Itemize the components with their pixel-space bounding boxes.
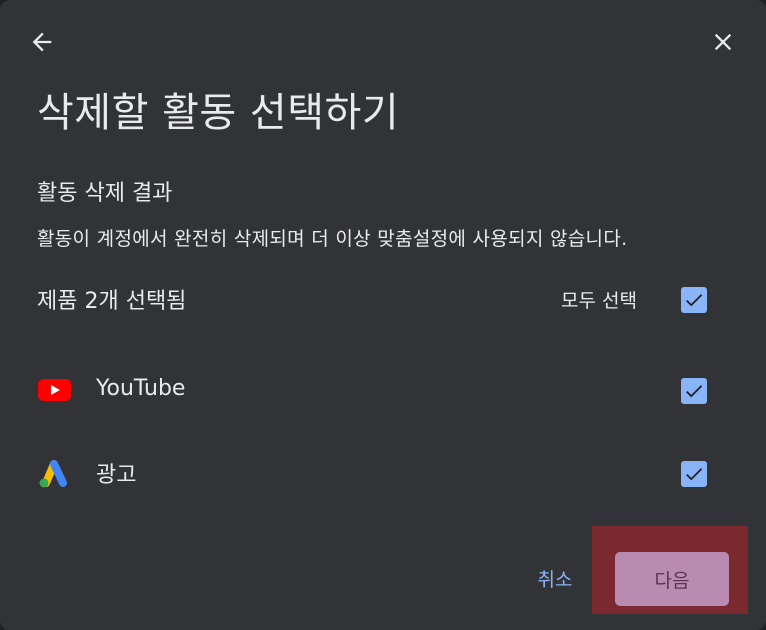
check-icon [686, 294, 703, 307]
youtube-icon [38, 379, 71, 401]
dialog-title: 삭제할 활동 선택하기 [37, 90, 400, 136]
product-label-ads: 광고 [96, 463, 137, 488]
check-icon [686, 468, 703, 481]
back-button[interactable] [24, 24, 60, 60]
close-button[interactable] [705, 24, 741, 60]
arrow-back-icon [32, 32, 52, 52]
check-icon [686, 385, 703, 398]
ads-checkbox[interactable] [681, 461, 707, 487]
select-all-checkbox[interactable] [681, 287, 707, 313]
next-button[interactable]: 다음 [615, 552, 729, 606]
selected-count-label: 제품 2개 선택됨 [37, 289, 187, 314]
select-all-label: 모두 선택 [561, 290, 637, 312]
youtube-checkbox[interactable] [681, 378, 707, 404]
section-heading: 활동 삭제 결과 [37, 181, 173, 206]
section-description: 활동이 계정에서 완전히 삭제되며 더 이상 맞춤설정에 사용되지 않습니다. [37, 228, 628, 250]
delete-activity-dialog: 삭제할 활동 선택하기 활동 삭제 결과 활동이 계정에서 완전히 삭제되며 더… [0, 0, 766, 630]
cancel-button[interactable]: 취소 [522, 558, 588, 598]
close-icon [714, 33, 732, 51]
product-label-youtube: YouTube [96, 376, 186, 401]
google-ads-icon [37, 457, 71, 489]
